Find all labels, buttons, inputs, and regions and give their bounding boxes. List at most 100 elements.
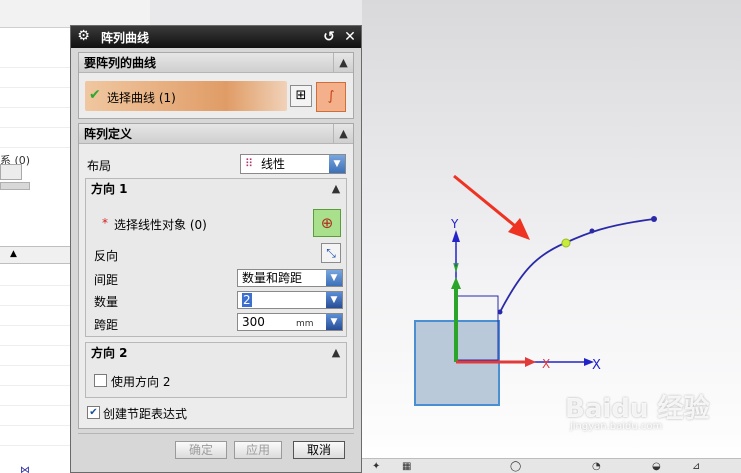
annotation-arrow-shaft [453, 174, 521, 232]
pattern-curve-dialog: ⚙ 阵列曲线 ↺ ✕ 要阵列的曲线 ▲ ✔ 选择曲线 (1) ⊞ ∫ 阵列定义 … [70, 25, 362, 473]
reset-button[interactable]: ↺ [320, 28, 338, 46]
use-direction-2-label: 使用方向 2 [111, 375, 171, 389]
toolbar-icon[interactable]: ⋈ [20, 462, 40, 473]
axis-label-x-wcs: X [542, 357, 550, 371]
spacing-select[interactable]: 数量和跨距 ▼ [237, 269, 343, 287]
count-value: 2 [242, 293, 252, 307]
navigator-row[interactable] [0, 288, 75, 306]
direction-2-group: 方向 2 ▲ 使用方向 2 [85, 342, 347, 398]
navigator-button-fragment[interactable] [0, 164, 22, 180]
count-input[interactable]: 2 ▼ [237, 291, 343, 309]
select-curve-label: 选择曲线 (1) [107, 91, 176, 105]
bottom-toolbar: ✦ ▦ ◯ ◔ ◒ ⊿ [362, 458, 741, 473]
collapse-icon[interactable]: ▲ [333, 53, 353, 73]
collapse-icon[interactable]: ▲ [326, 179, 346, 199]
navigator-row[interactable] [0, 90, 75, 108]
required-mark: * [102, 216, 108, 230]
curve-end-point[interactable] [651, 216, 657, 222]
use-direction-2-checkbox[interactable] [94, 374, 107, 387]
part-navigator-panel: 系 (0) ▲ [0, 0, 150, 473]
toolbar-icon[interactable]: ✦ [372, 461, 380, 472]
y-axis-arrow-icon [452, 230, 460, 242]
cancel-button[interactable]: 取消 [293, 441, 345, 459]
chevron-down-icon[interactable]: ▼ [326, 270, 342, 286]
dialog-titlebar[interactable]: ⚙ 阵列曲线 ↺ ✕ [71, 26, 361, 48]
watermark: Baidu 经验 jingyan.baidu.com [565, 388, 715, 438]
close-button[interactable]: ✕ [341, 28, 359, 46]
navigator-row[interactable] [0, 428, 75, 446]
apply-button[interactable]: 应用 [234, 441, 282, 459]
span-label: 跨距 [94, 318, 119, 332]
navigator-row[interactable] [0, 408, 75, 426]
curve-to-pattern-section: 要阵列的曲线 ▲ ✔ 选择曲线 (1) ⊞ ∫ [78, 52, 354, 119]
section-title: 要阵列的曲线 [84, 56, 157, 70]
axis-label-x: X [592, 358, 601, 373]
subsection-header[interactable]: 方向 2 ▲ [86, 343, 346, 363]
create-pitch-expression-checkbox[interactable]: ✔ [87, 406, 100, 419]
collapse-icon[interactable]: ▲ [333, 124, 353, 144]
curve-start-point[interactable] [497, 309, 503, 315]
navigator-row[interactable] [0, 368, 75, 386]
gear-icon[interactable]: ⚙ [75, 28, 92, 45]
arrow-down-icon[interactable]: ▼ [326, 314, 342, 330]
dialog-title: 阵列曲线 [101, 31, 150, 45]
direction-1-title: 方向 1 [91, 182, 128, 196]
wcs-y-arrow-icon [451, 277, 461, 289]
pattern-definition-section: 阵列定义 ▲ 布局 ⠿ 线性 ▼ 方向 1 ▲ * 选择线性对象 (0) ⊕ 反… [78, 123, 354, 429]
layout-label: 布局 [87, 159, 112, 173]
ok-button[interactable]: 确定 [175, 441, 227, 459]
section-header[interactable]: 阵列定义 ▲ [79, 124, 353, 144]
divider [78, 433, 354, 434]
layout-value: 线性 [261, 157, 286, 171]
span-unit: mm [296, 319, 314, 329]
toolbar-icon[interactable]: ◔ [592, 461, 601, 472]
curve-control-point[interactable] [589, 228, 595, 234]
navigator-row[interactable] [0, 388, 75, 406]
select-linear-object-label: 选择线性对象 (0) [114, 218, 207, 232]
select-curve-row[interactable]: ✔ 选择曲线 (1) [85, 81, 287, 111]
spacing-label: 间距 [94, 273, 119, 287]
add-curve-icon[interactable]: ⊞ [290, 85, 312, 107]
navigator-row[interactable] [0, 268, 75, 286]
section-title: 阵列定义 [84, 127, 133, 141]
toolbar-icon[interactable]: ◒ [652, 461, 661, 472]
span-value: 300 [242, 315, 265, 329]
span-input[interactable]: 300 mm ▼ [237, 313, 343, 331]
navigator-row[interactable] [0, 50, 75, 68]
collapse-icon[interactable]: ▲ [326, 343, 346, 363]
navigator-row[interactable] [0, 130, 75, 148]
navigator-scrollbar[interactable] [0, 182, 30, 190]
vector-crosshair-icon[interactable]: ⊕ [313, 209, 341, 237]
watermark-url: jingyan.baidu.com [570, 421, 663, 432]
navigator-column-header[interactable]: ▲ [0, 246, 75, 264]
toolbar-icon[interactable]: ◯ [510, 461, 521, 472]
navigator-row[interactable] [0, 308, 75, 326]
toolbar-icon[interactable]: ⊿ [692, 461, 700, 472]
reverse-direction-icon[interactable]: ⤡ [321, 243, 341, 263]
layout-select[interactable]: ⠿ 线性 ▼ [240, 154, 346, 174]
count-label: 数量 [94, 295, 119, 309]
toolbar-icon[interactable]: ▦ [402, 461, 411, 472]
navigator-row[interactable] [0, 70, 75, 88]
direction-2-title: 方向 2 [91, 346, 128, 360]
chevron-down-icon[interactable]: ▼ [329, 155, 345, 173]
axis-label-y: Y [450, 217, 459, 231]
navigator-row[interactable] [0, 110, 75, 128]
navigator-row[interactable] [0, 328, 75, 346]
check-icon: ✔ [89, 87, 101, 103]
flip-icon: ⋈ [20, 465, 30, 473]
curve-midpoint-handle[interactable] [561, 238, 571, 248]
navigator-row[interactable] [0, 348, 75, 366]
arrow-down-icon[interactable]: ▼ [326, 292, 342, 308]
subsection-header[interactable]: 方向 1 ▲ [86, 179, 346, 199]
spacing-value: 数量和跨距 [242, 271, 303, 285]
navigator-header-strip [0, 0, 150, 28]
curve-filter-icon[interactable]: ∫ [316, 82, 346, 112]
watermark-brand: Baidu 经验 [565, 394, 710, 424]
direction-1-group: 方向 1 ▲ * 选择线性对象 (0) ⊕ 反向 ⤡ 间距 数量和跨距 ▼ 数量… [85, 178, 347, 337]
sort-up-icon[interactable]: ▲ [10, 249, 17, 259]
create-pitch-expression-label: 创建节距表达式 [103, 407, 188, 421]
wcs-x-arrow-icon [525, 357, 536, 367]
grid-icon: ⠿ [245, 157, 254, 170]
section-header[interactable]: 要阵列的曲线 ▲ [79, 53, 353, 73]
